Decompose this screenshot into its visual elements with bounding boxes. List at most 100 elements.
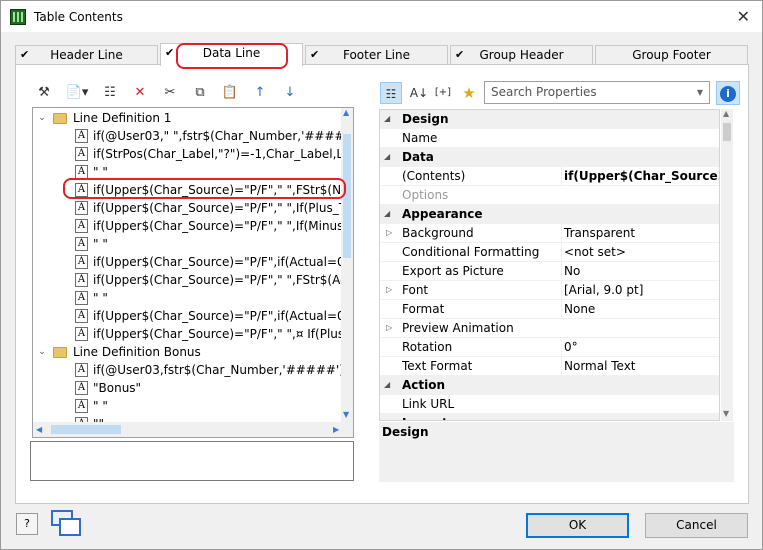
- property-category[interactable]: ◢ Design: [380, 110, 719, 129]
- paste-icon[interactable]: 📋: [220, 83, 240, 103]
- property-row[interactable]: Name: [380, 129, 719, 148]
- tree-field-item[interactable]: Aif(Upper$(Char_Source)="P/F"," ",If(Plu…: [33, 199, 341, 217]
- property-value[interactable]: [Arial, 9.0 pt]: [561, 281, 719, 299]
- expander-icon[interactable]: ◢: [384, 376, 394, 394]
- tree-field-item[interactable]: Aif(Upper$(Char_Source)="P/F"," ",If(Min…: [33, 217, 341, 235]
- tree-folder-item[interactable]: ⌄ Line Definition 1: [33, 109, 341, 127]
- cut-icon[interactable]: ✂: [160, 83, 180, 103]
- delete-icon[interactable]: ✕: [130, 83, 150, 103]
- expand-chevron-icon[interactable]: ⌄: [37, 109, 47, 127]
- property-row[interactable]: Format None: [380, 300, 719, 319]
- expander-icon[interactable]: ◢: [384, 205, 394, 223]
- tree-field-item[interactable]: Aif(Upper$(Char_Source)="P/F",if(Actual=…: [33, 253, 341, 271]
- checkmark-icon: ✔: [20, 48, 30, 61]
- cancel-button[interactable]: Cancel: [645, 513, 748, 538]
- property-row[interactable]: Export as Picture No: [380, 262, 719, 281]
- property-row[interactable]: Options: [380, 186, 719, 205]
- expander-icon[interactable]: ▷: [386, 281, 396, 299]
- description-memo[interactable]: [30, 441, 354, 481]
- favorites-star-icon[interactable]: ★: [458, 82, 480, 104]
- help-button[interactable]: ?: [16, 513, 38, 535]
- scroll-up-arrow-icon[interactable]: ▲: [723, 109, 729, 118]
- expand-chevron-icon[interactable]: ⌄: [37, 343, 47, 361]
- property-value[interactable]: if(Upper$(Char_Source...: [561, 167, 719, 185]
- close-icon[interactable]: ✕: [737, 7, 750, 26]
- scroll-down-arrow-icon[interactable]: ▼: [343, 410, 349, 419]
- scroll-thumb[interactable]: [51, 425, 121, 434]
- categorized-view-icon[interactable]: ☷: [380, 82, 402, 104]
- info-icon: i: [720, 86, 736, 102]
- move-down-icon[interactable]: ↓: [280, 83, 300, 103]
- folder-icon: [53, 347, 67, 358]
- expand-all-icon[interactable]: [+]: [432, 82, 454, 104]
- tree-field-item[interactable]: Aif(Upper$(Char_Source)="P/F"," ",¤ If(P…: [33, 325, 341, 343]
- scroll-down-arrow-icon[interactable]: ▼: [723, 409, 729, 418]
- expander-icon[interactable]: ▷: [386, 319, 396, 337]
- property-row[interactable]: Conditional Formatting <not set>: [380, 243, 719, 262]
- scroll-right-arrow-icon[interactable]: ▶: [333, 425, 339, 434]
- property-row[interactable]: Link URL: [380, 395, 719, 414]
- property-name: Text Format: [402, 359, 473, 373]
- property-row[interactable]: Rotation 0°: [380, 338, 719, 357]
- tab-group-footer[interactable]: Group Footer: [595, 45, 748, 65]
- tab-footer-line[interactable]: ✔ Footer Line: [305, 45, 448, 65]
- property-row[interactable]: ▷ Background Transparent: [380, 224, 719, 243]
- property-name: Background: [402, 226, 474, 240]
- property-row[interactable]: Text Format Normal Text: [380, 357, 719, 376]
- property-vertical-scrollbar[interactable]: ▲ ▼: [721, 109, 733, 421]
- tree-vertical-scrollbar[interactable]: ▲ ▼: [341, 108, 353, 422]
- expander-icon[interactable]: ▷: [386, 224, 396, 242]
- text-field-icon: A: [75, 147, 88, 161]
- windows-icon[interactable]: [51, 510, 83, 538]
- property-category[interactable]: ◢ Appearance: [380, 205, 719, 224]
- scroll-up-arrow-icon[interactable]: ▲: [343, 108, 349, 117]
- property-row[interactable]: ▷ Font [Arial, 9.0 pt]: [380, 281, 719, 300]
- tree-field-item[interactable]: A " ": [33, 397, 341, 415]
- property-row[interactable]: ▷ Preview Animation: [380, 319, 719, 338]
- tree-field-item[interactable]: A "Bonus": [33, 379, 341, 397]
- copy-icon[interactable]: ⧉: [190, 83, 210, 103]
- tree-item-label: if(Upper$(Char_Source)="P/F"," ",¤ If(Pl…: [93, 327, 341, 341]
- tree-field-item[interactable]: Aif(@User03,fstr$(Char_Number,'#####'),"…: [33, 361, 341, 379]
- property-name: Rotation: [402, 340, 453, 354]
- line-definition-tree[interactable]: ⌄ Line Definition 1 Aif(@User03," ",fstr$(…: [32, 107, 354, 438]
- property-category[interactable]: ◢ Data: [380, 148, 719, 167]
- expander-icon[interactable]: ◢: [384, 414, 394, 420]
- property-value[interactable]: Normal Text: [561, 357, 719, 375]
- tree-field-item[interactable]: A " ": [33, 289, 341, 307]
- tab-header-line[interactable]: ✔ Header Line: [15, 45, 158, 65]
- alphabetical-sort-icon[interactable]: A↓: [408, 82, 430, 104]
- chevron-down-icon[interactable]: ▼: [693, 84, 707, 101]
- tree-horizontal-scrollbar[interactable]: ◀ ▶: [33, 422, 353, 437]
- property-name: Preview Animation: [402, 321, 514, 335]
- ok-button[interactable]: OK: [526, 513, 629, 538]
- insert-field-icon[interactable]: 📄▾: [64, 83, 90, 103]
- tree-field-item[interactable]: Aif(Upper$(Char_Source)="P/F",if(Actual=…: [33, 307, 341, 325]
- property-value[interactable]: None: [561, 300, 719, 318]
- move-up-icon[interactable]: ↑: [250, 83, 270, 103]
- tree-field-item[interactable]: Aif(@User03," ",fstr$(Char_Number,'#####…: [33, 127, 341, 145]
- tree-field-item[interactable]: A " ": [33, 235, 341, 253]
- property-value[interactable]: Transparent: [561, 224, 719, 242]
- property-value[interactable]: No: [561, 262, 719, 280]
- wand-icon[interactable]: ⚒: [34, 83, 54, 103]
- text-field-icon: A: [75, 363, 88, 377]
- tree-field-item[interactable]: Aif(Upper$(Char_Source)="P/F"," ",FStr$(…: [33, 271, 341, 289]
- property-value[interactable]: <not set>: [561, 243, 719, 261]
- info-button[interactable]: i: [716, 81, 740, 105]
- expander-icon[interactable]: ◢: [384, 148, 394, 166]
- property-category[interactable]: ◢ Action: [380, 376, 719, 395]
- tree-field-item[interactable]: Aif(StrPos(Char_Label,"?")=-1,Char_Label…: [33, 145, 341, 163]
- properties-list-icon[interactable]: ☷: [100, 83, 120, 103]
- search-properties-input[interactable]: Search Properties ▼: [484, 81, 710, 104]
- tree-folder-item[interactable]: ⌄ Line Definition Bonus: [33, 343, 341, 361]
- scroll-thumb[interactable]: [723, 123, 731, 141]
- property-name: Format: [402, 302, 445, 316]
- tab-group-header[interactable]: ✔ Group Header: [450, 45, 593, 65]
- scroll-left-arrow-icon[interactable]: ◀: [36, 425, 42, 434]
- expander-icon[interactable]: ◢: [384, 110, 394, 128]
- property-row[interactable]: (Contents) if(Upper$(Char_Source...: [380, 167, 719, 186]
- property-category[interactable]: ◢ Layout: [380, 414, 719, 420]
- property-value[interactable]: 0°: [561, 338, 719, 356]
- tree-toolbar: ⚒ 📄▾ ☷ ✕ ✂ ⧉ 📋 ↑ ↓: [34, 83, 310, 103]
